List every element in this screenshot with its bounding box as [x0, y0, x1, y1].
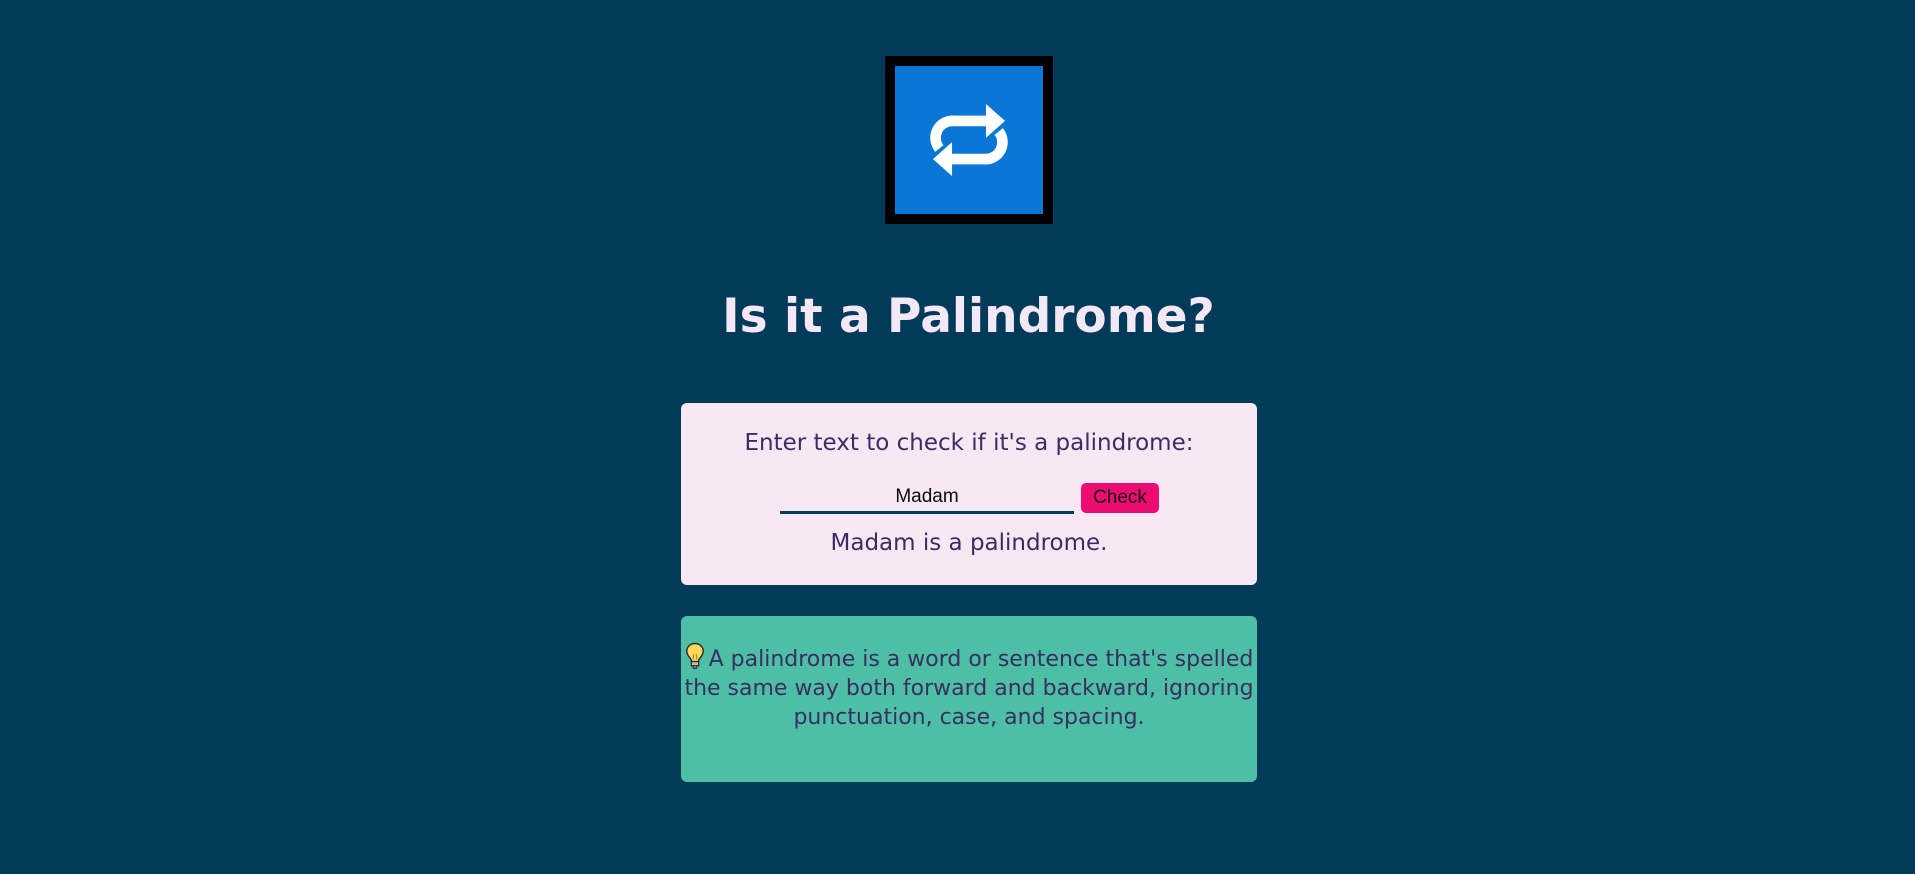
repeat-arrows-icon: [930, 103, 1008, 177]
definition-text: A palindrome is a word or sentence that'…: [684, 647, 1254, 730]
text-input[interactable]: [780, 482, 1074, 514]
palindrome-page: Is it a Palindrome? Enter text to check …: [0, 0, 1915, 874]
palindrome-definition-card: A palindrome is a word or sentence that'…: [681, 616, 1257, 782]
definition-paragraph: A palindrome is a word or sentence that'…: [681, 642, 1257, 732]
lightbulb-icon: [685, 642, 705, 670]
check-button[interactable]: Check: [1081, 483, 1159, 513]
result-text: Madam is a palindrome.: [830, 530, 1108, 556]
app-logo: [885, 56, 1053, 224]
text-input-label: Enter text to check if it's a palindrome…: [744, 430, 1194, 456]
palindrome-checker-card: Enter text to check if it's a palindrome…: [681, 403, 1257, 585]
page-title: Is it a Palindrome?: [722, 289, 1215, 344]
